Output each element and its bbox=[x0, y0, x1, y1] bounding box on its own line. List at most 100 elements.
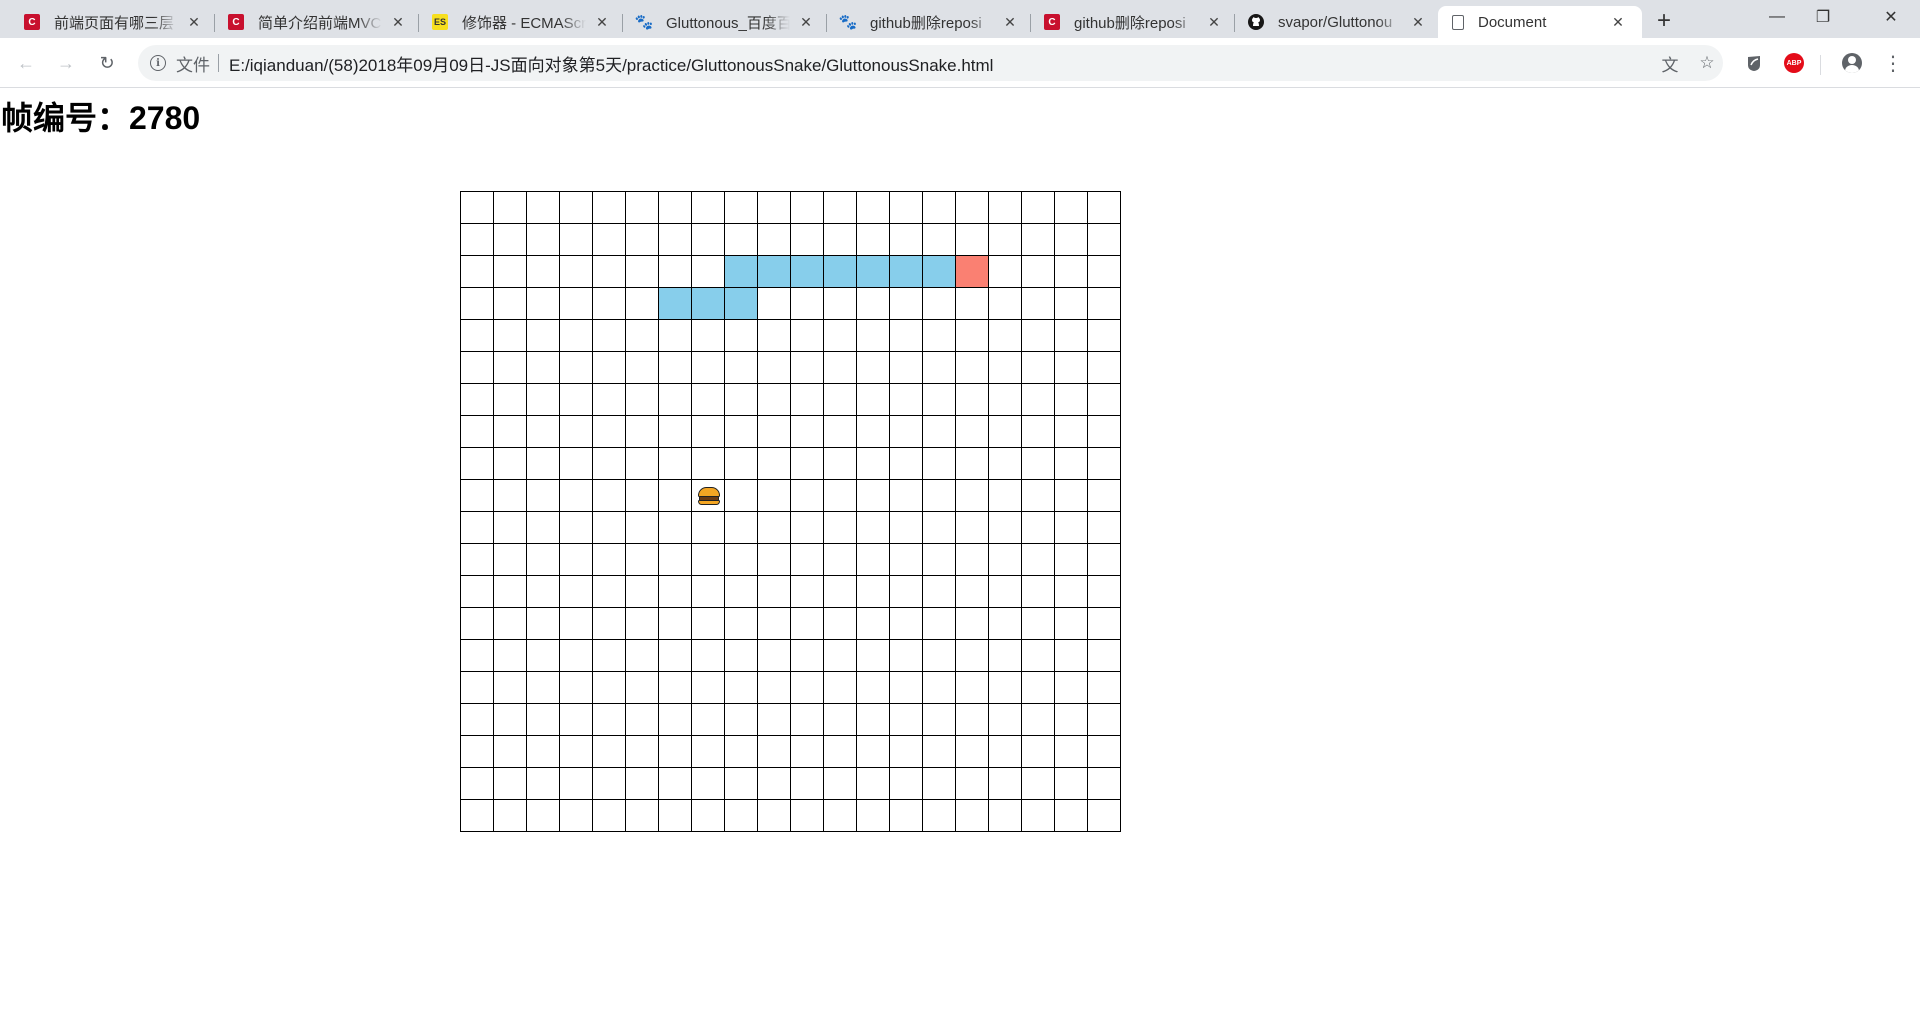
grid-cell bbox=[1055, 224, 1088, 256]
grid-cell bbox=[989, 672, 1022, 704]
grid-cell bbox=[791, 768, 824, 800]
grid-cell bbox=[659, 576, 692, 608]
grid-cell bbox=[890, 288, 923, 320]
grid-cell bbox=[560, 288, 593, 320]
grid-cell bbox=[890, 192, 923, 224]
grid-cell bbox=[1022, 800, 1055, 832]
grid-cell bbox=[923, 544, 956, 576]
grid-cell bbox=[461, 288, 494, 320]
snake-body-segment bbox=[758, 256, 791, 288]
grid-cell bbox=[956, 672, 989, 704]
grid-cell bbox=[1055, 608, 1088, 640]
grid-cell bbox=[527, 288, 560, 320]
menu-kebab-icon[interactable]: ⋮ bbox=[1880, 50, 1906, 76]
csdn-icon: C bbox=[24, 14, 40, 30]
restore-button[interactable]: ❐ bbox=[1800, 0, 1846, 34]
grid-cell bbox=[725, 416, 758, 448]
grid-cell bbox=[560, 256, 593, 288]
grid-cell bbox=[956, 800, 989, 832]
grid-cell bbox=[1022, 736, 1055, 768]
grid-cell bbox=[857, 544, 890, 576]
grid-cell bbox=[956, 192, 989, 224]
close-window-button[interactable]: ✕ bbox=[1868, 0, 1914, 34]
browser-tab[interactable]: Document ✕ bbox=[1438, 6, 1642, 38]
back-button[interactable]: ← bbox=[12, 49, 40, 77]
grid-cell bbox=[758, 736, 791, 768]
abp-icon: ABP bbox=[1784, 53, 1804, 73]
browser-tab[interactable]: ES 修饰器 - ECMAScr ✕ bbox=[418, 6, 622, 38]
browser-tab[interactable]: 🐾 Gluttonous_百度百 ✕ bbox=[622, 6, 826, 38]
grid-cell bbox=[923, 608, 956, 640]
close-tab-icon[interactable]: ✕ bbox=[1206, 14, 1222, 30]
grid-cell bbox=[824, 576, 857, 608]
close-tab-icon[interactable]: ✕ bbox=[390, 14, 406, 30]
grid-cell bbox=[857, 384, 890, 416]
grid-cell bbox=[593, 704, 626, 736]
reload-button[interactable]: ↻ bbox=[93, 49, 121, 77]
grid-cell bbox=[461, 512, 494, 544]
grid-cell bbox=[1055, 800, 1088, 832]
grid-cell bbox=[989, 352, 1022, 384]
grid-cell bbox=[956, 640, 989, 672]
grid-cell bbox=[659, 352, 692, 384]
grid-cell bbox=[593, 800, 626, 832]
grid-cell bbox=[989, 448, 1022, 480]
forward-button[interactable]: → bbox=[52, 49, 80, 77]
grid-cell bbox=[989, 800, 1022, 832]
close-tab-icon[interactable]: ✕ bbox=[1610, 14, 1626, 30]
grid-cell bbox=[560, 576, 593, 608]
grid-cell bbox=[956, 480, 989, 512]
browser-tab[interactable]: C 简单介绍前端MVC ✕ bbox=[214, 6, 418, 38]
grid-cell bbox=[461, 704, 494, 736]
grid-cell bbox=[461, 544, 494, 576]
grid-cell bbox=[494, 800, 527, 832]
grid-cell bbox=[1055, 768, 1088, 800]
grid-cell bbox=[1022, 608, 1055, 640]
close-tab-icon[interactable]: ✕ bbox=[1410, 14, 1426, 30]
close-tab-icon[interactable]: ✕ bbox=[594, 14, 610, 30]
minimize-button[interactable]: — bbox=[1754, 0, 1800, 34]
browser-tab[interactable]: svapor/Gluttonou ✕ bbox=[1234, 6, 1438, 38]
grid-cell bbox=[725, 800, 758, 832]
grid-cell bbox=[593, 768, 626, 800]
grid-cell bbox=[461, 768, 494, 800]
grid-cell bbox=[1055, 416, 1088, 448]
adblock-plus-extension[interactable]: ABP bbox=[1781, 50, 1807, 76]
grid-cell bbox=[461, 448, 494, 480]
browser-tab[interactable]: C 前端页面有哪三层 ✕ bbox=[10, 6, 214, 38]
grid-cell bbox=[659, 384, 692, 416]
grid-cell bbox=[758, 768, 791, 800]
grid-cell bbox=[725, 320, 758, 352]
grid-cell bbox=[626, 608, 659, 640]
translate-icon[interactable]: 文 bbox=[1656, 45, 1684, 81]
grid-cell bbox=[791, 448, 824, 480]
browser-tab[interactable]: 🐾 github删除reposi ✕ bbox=[826, 6, 1030, 38]
grid-cell bbox=[989, 576, 1022, 608]
browser-tab[interactable]: Cgithub删除reposi ✕ bbox=[1030, 6, 1234, 38]
grid-cell bbox=[956, 736, 989, 768]
grid-cell bbox=[1088, 480, 1120, 512]
grid-cell bbox=[527, 640, 560, 672]
close-tab-icon[interactable]: ✕ bbox=[1002, 14, 1018, 30]
grid-cell bbox=[692, 608, 725, 640]
extension-icon[interactable] bbox=[1741, 50, 1767, 76]
bookmark-star-icon[interactable]: ☆ bbox=[1693, 45, 1721, 81]
grid-cell bbox=[923, 192, 956, 224]
address-bar[interactable]: i 文件 E:/iqianduan/(58)2018年09月09日-JS面向对象… bbox=[138, 45, 1723, 81]
info-icon[interactable]: i bbox=[150, 55, 166, 71]
grid-cell bbox=[527, 768, 560, 800]
grid-cell bbox=[824, 640, 857, 672]
grid-cell bbox=[923, 576, 956, 608]
grid-cell bbox=[890, 672, 923, 704]
grid-cell bbox=[494, 576, 527, 608]
grid-cell bbox=[527, 320, 560, 352]
close-tab-icon[interactable]: ✕ bbox=[798, 14, 814, 30]
new-tab-button[interactable]: + bbox=[1650, 7, 1678, 35]
close-tab-icon[interactable]: ✕ bbox=[186, 14, 202, 30]
grid-cell bbox=[989, 704, 1022, 736]
grid-cell bbox=[1088, 736, 1120, 768]
grid-cell bbox=[725, 768, 758, 800]
profile-button[interactable] bbox=[1839, 50, 1865, 76]
grid-cell bbox=[857, 288, 890, 320]
url-text[interactable]: E:/iqianduan/(58)2018年09月09日-JS面向对象第5天/p… bbox=[229, 51, 993, 76]
